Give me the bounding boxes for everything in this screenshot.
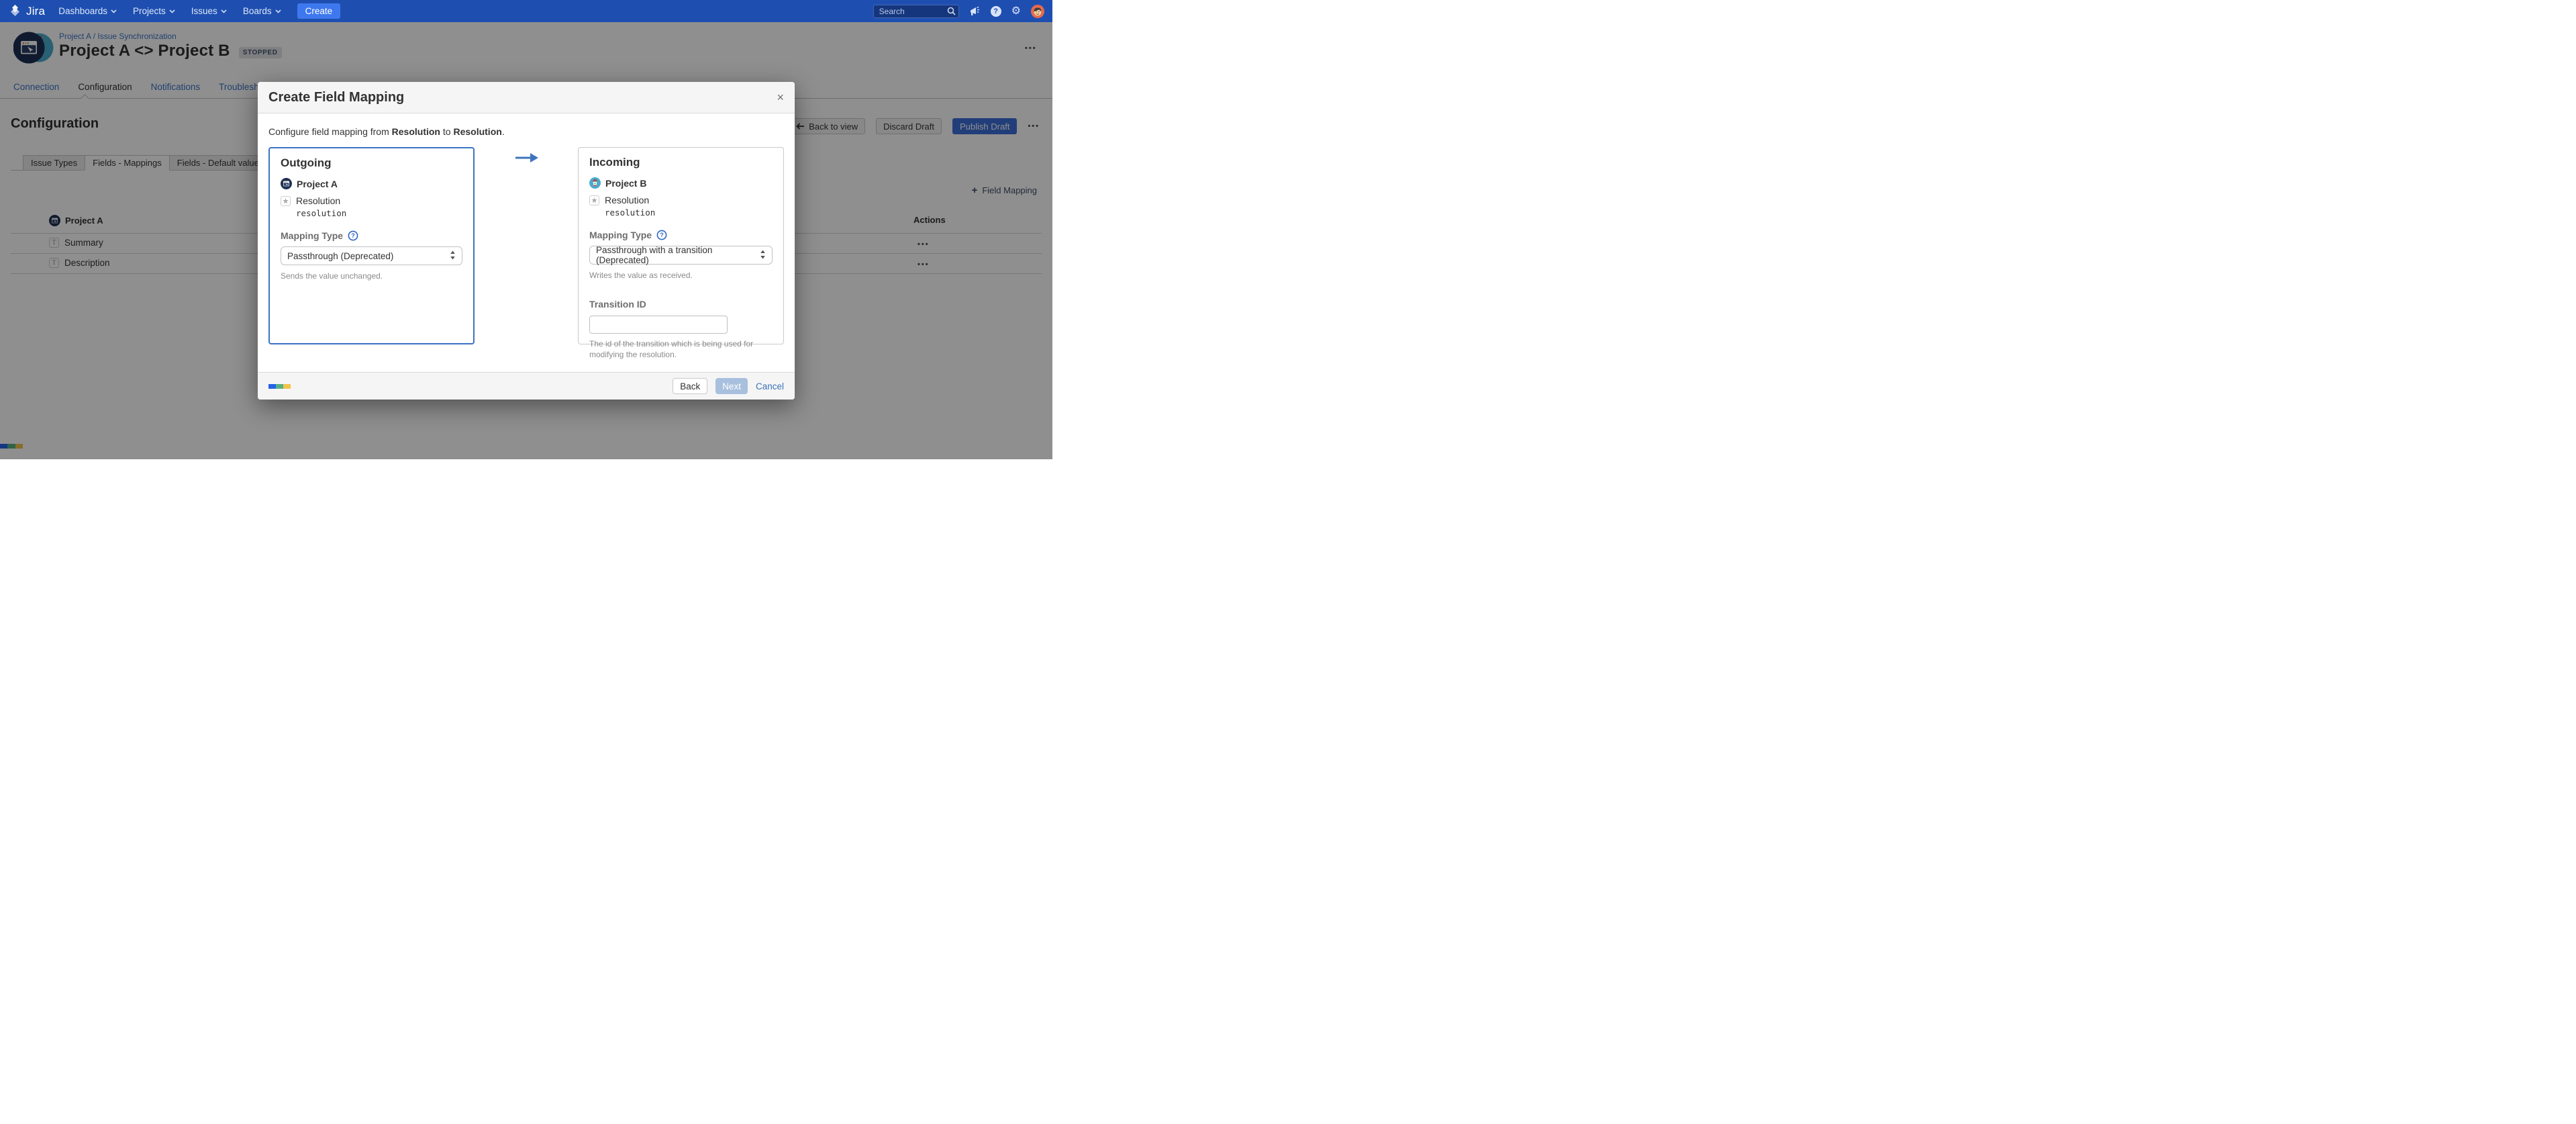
jira-logo-icon	[8, 4, 22, 18]
create-field-mapping-dialog: Create Field Mapping × Configure field m…	[258, 82, 795, 400]
nav-item-projects[interactable]: Projects	[133, 6, 175, 16]
outgoing-field-key: resolution	[296, 208, 462, 218]
outgoing-heading: Outgoing	[281, 156, 462, 170]
gear-icon[interactable]: ⚙	[1011, 6, 1021, 17]
transition-id-label: Transition ID	[589, 299, 773, 310]
transition-id-input[interactable]	[589, 316, 728, 334]
search-wrap	[873, 5, 959, 18]
resolution-field-type-icon	[589, 195, 599, 205]
incoming-mapping-type-label-row: Mapping Type ?	[589, 230, 773, 240]
outgoing-mapping-type-label-row: Mapping Type ?	[281, 230, 462, 241]
dialog-title: Create Field Mapping	[268, 90, 404, 105]
incoming-helper-text: Writes the value as received.	[589, 270, 773, 281]
close-icon[interactable]: ×	[777, 91, 784, 103]
create-button[interactable]: Create	[297, 3, 341, 19]
outgoing-mapping-type-select[interactable]: Passthrough (Deprecated)	[281, 246, 462, 265]
sync-direction-arrow-icon	[515, 153, 538, 166]
next-button-disabled[interactable]: Next	[715, 378, 748, 394]
nav-item-dashboards[interactable]: Dashboards	[58, 6, 117, 16]
outgoing-helper-text: Sends the value unchanged.	[281, 271, 462, 281]
dialog-footer-actions: Back Next Cancel	[673, 378, 784, 394]
nav-right-group: ? ⚙	[873, 5, 1044, 18]
chevron-down-icon	[111, 9, 117, 13]
transition-id-helper-text: The id of the transition which is being …	[589, 338, 773, 360]
incoming-project: Project B	[589, 177, 773, 189]
select-arrows-icon	[760, 250, 766, 261]
svg-text:?: ?	[351, 232, 355, 239]
outgoing-field: Resolution	[281, 195, 462, 206]
resolution-field-type-icon	[281, 196, 291, 206]
brand-text: Jira	[26, 5, 45, 18]
help-icon[interactable]: ?	[656, 230, 667, 240]
jira-logo[interactable]: Jira	[8, 4, 45, 18]
nav-item-issues[interactable]: Issues	[191, 6, 227, 16]
chevron-down-icon	[275, 9, 281, 13]
dialog-intro: Configure field mapping from Resolution …	[268, 126, 505, 137]
help-icon[interactable]: ?	[991, 6, 1001, 17]
exalate-logo	[268, 384, 291, 389]
search-icon	[947, 7, 956, 19]
dialog-header: Create Field Mapping ×	[258, 82, 795, 113]
incoming-field-key: resolution	[605, 207, 773, 218]
cancel-link[interactable]: Cancel	[756, 381, 784, 391]
feedback-megaphone-icon[interactable]	[969, 6, 981, 17]
logo-block-yellow	[283, 384, 291, 389]
nav-item-boards[interactable]: Boards	[243, 6, 281, 16]
incoming-mapping-type-select[interactable]: Passthrough with a transition (Deprecate…	[589, 246, 773, 265]
app-root: Jira Dashboards Projects Issues Boards C…	[0, 0, 1052, 459]
outgoing-project: Project A	[281, 178, 462, 189]
outgoing-panel: Outgoing Project A Resolution resolution	[268, 147, 475, 344]
back-button[interactable]: Back	[673, 378, 707, 394]
logo-block-green	[276, 384, 283, 389]
dialog-footer: Back Next Cancel	[258, 372, 795, 400]
search-input[interactable]	[873, 5, 959, 18]
project-a-icon	[281, 178, 292, 189]
chevron-down-icon	[169, 9, 175, 13]
select-arrows-icon	[450, 250, 456, 262]
incoming-panel: Incoming Project B Resolution resolut	[578, 147, 784, 344]
top-nav: Jira Dashboards Projects Issues Boards C…	[0, 0, 1052, 22]
chevron-down-icon	[221, 9, 227, 13]
logo-block-blue	[268, 384, 276, 389]
project-b-icon	[589, 177, 601, 189]
incoming-field: Resolution	[589, 195, 773, 205]
help-icon[interactable]: ?	[348, 230, 358, 241]
svg-text:?: ?	[660, 232, 664, 238]
user-avatar[interactable]	[1031, 5, 1044, 18]
incoming-heading: Incoming	[589, 156, 773, 169]
